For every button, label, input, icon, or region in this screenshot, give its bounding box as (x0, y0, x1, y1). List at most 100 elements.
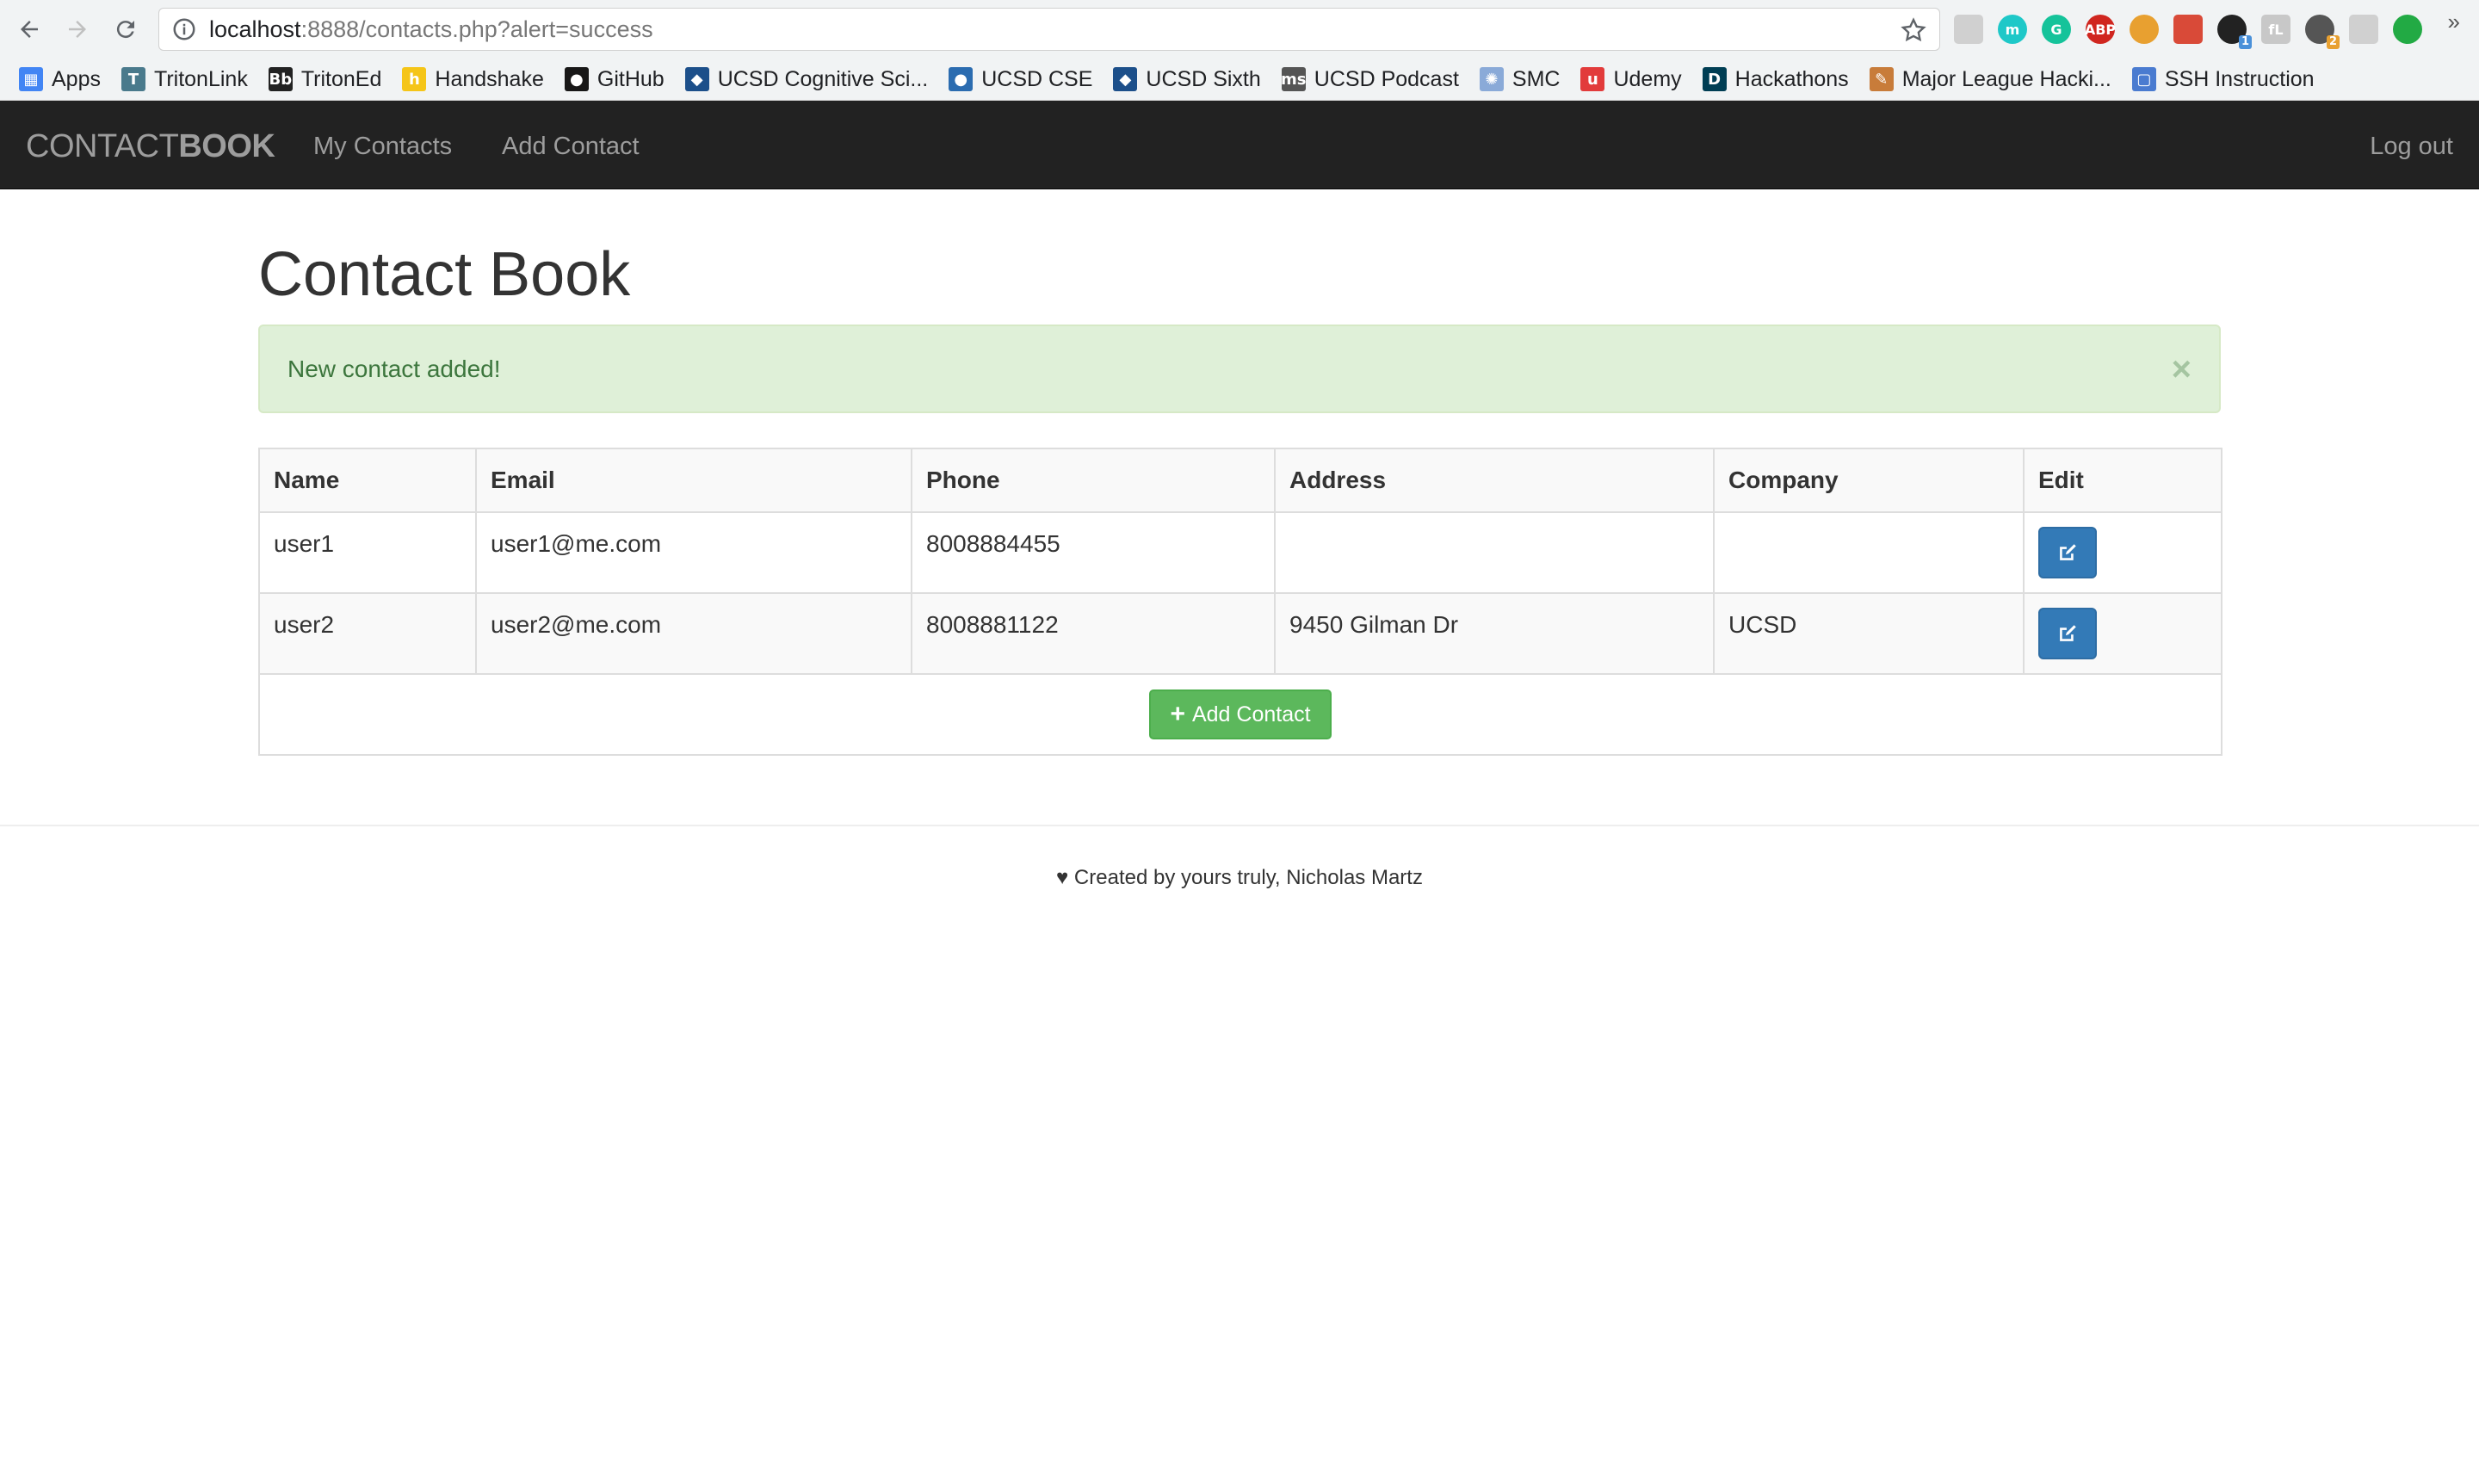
bookmark-label: SMC (1512, 66, 1561, 91)
app-navbar: CONTACTBOOK My Contacts Add Contact Log … (0, 101, 2479, 189)
bookmark-item[interactable]: D Hackathons (1702, 67, 1849, 92)
bookmark-label: UCSD CSE (981, 66, 1093, 91)
devpost-icon: D (1702, 67, 1727, 91)
cell-address (1274, 511, 1715, 594)
back-button[interactable] (12, 12, 46, 46)
arrow-left-icon (21, 21, 38, 38)
evernote-ext-icon[interactable]: 1 (2217, 15, 2252, 49)
header-email: Email (475, 448, 912, 513)
refresh-ext-icon[interactable] (2349, 15, 2378, 44)
cell-email: user2@me.com (475, 592, 912, 675)
bookmark-item[interactable]: ● GitHub (564, 67, 665, 92)
url-host: localhost (209, 15, 301, 42)
browser-chrome: localhost:8888/contacts.php?alert=succes… (0, 0, 2479, 101)
header-address: Address (1274, 448, 1715, 513)
draw-ext-icon[interactable]: 2 (2305, 15, 2340, 49)
font-ext-icon[interactable]: fL (2261, 15, 2290, 44)
add-contact-cell: + Add Contact (258, 673, 2222, 756)
url-text[interactable]: localhost:8888/contacts.php?alert=succes… (209, 16, 653, 43)
rainbow-ext-icon[interactable] (2130, 15, 2159, 44)
cell-phone: 8008884455 (911, 511, 1276, 594)
bookmark-item[interactable]: ✎ Major League Hacki... (1869, 67, 2111, 92)
cell-address: 9450 Gilman Dr (1274, 592, 1715, 675)
bookmark-item[interactable]: ● UCSD CSE (949, 67, 1092, 92)
add-contact-row: + Add Contact (258, 673, 2222, 756)
bookmark-label: TritonLink (153, 66, 248, 91)
ucsd-cse-icon: ● (949, 67, 974, 91)
mlh-icon: ✎ (1869, 67, 1894, 91)
info-icon[interactable] (171, 16, 197, 42)
address-bar[interactable]: localhost:8888/contacts.php?alert=succes… (158, 8, 1940, 51)
header-name: Name (258, 448, 477, 513)
extensions-tray: m G ABP 1 fL 2 (1954, 12, 2422, 49)
puzzle-ext-icon[interactable] (1954, 15, 1983, 44)
grammarly-ext-icon[interactable]: G (2042, 15, 2071, 44)
cell-edit (2023, 511, 2222, 594)
bookmarks-overflow-button[interactable]: » (2448, 9, 2460, 35)
bookmark-item[interactable]: ◆ UCSD Sixth (1113, 66, 1261, 92)
edit-contact-button[interactable] (2038, 527, 2097, 578)
upload-ext-icon[interactable] (2393, 15, 2422, 44)
reload-button[interactable] (108, 12, 143, 46)
podcast-icon: ms (1281, 67, 1307, 91)
bookmark-item[interactable]: ✺ SMC (1479, 66, 1561, 92)
bookmark-item[interactable]: Bb TritonEd (268, 66, 382, 92)
tritonlink-icon: T (121, 67, 145, 91)
url-path: :8888/contacts.php?alert=success (300, 15, 653, 42)
bookmark-label: SSH Instruction (2164, 66, 2315, 91)
reload-icon (116, 21, 134, 39)
ssh-doc-icon: ▢ (2131, 67, 2156, 91)
nav-my-contacts[interactable]: My Contacts (313, 133, 452, 161)
header-phone: Phone (911, 448, 1276, 513)
page-title: Contact Book (258, 240, 631, 309)
edit-contact-button[interactable] (2038, 608, 2097, 659)
header-edit: Edit (2023, 448, 2222, 513)
forward-button[interactable] (60, 12, 95, 46)
browser-toolbar: localhost:8888/contacts.php?alert=succes… (0, 0, 2479, 59)
extension-badge: 1 (2238, 35, 2252, 49)
extension-badge: 2 (2326, 35, 2340, 49)
contacts-table: Name Email Phone Address Company Edit us… (258, 448, 2222, 756)
table-row: user2 user2@me.com 8008881122 9450 Gilma… (258, 592, 2222, 675)
brand-light: CONTACT (26, 128, 179, 164)
udemy-icon: u (1580, 67, 1605, 91)
bookmark-item[interactable]: ◆ UCSD Cognitive Sci... (684, 67, 928, 92)
alert-close-button[interactable]: × (2172, 352, 2192, 386)
edit-icon (2060, 625, 2076, 641)
cell-email: user1@me.com (475, 511, 912, 594)
arrow-right-icon (69, 21, 86, 38)
footer-divider (0, 825, 2479, 826)
bookmark-item[interactable]: u Udemy (1580, 66, 1682, 92)
header-company: Company (1713, 448, 2025, 513)
adblock-ext-label: ABP (2084, 21, 2117, 38)
star-icon[interactable] (1900, 16, 1927, 44)
brand-bold: BOOK (178, 128, 275, 164)
footer-credit: ♥ Created by yours truly, Nicholas Martz (1056, 866, 1423, 889)
bookmark-label: UCSD Podcast (1314, 66, 1459, 91)
bookmark-label: Handshake (435, 66, 544, 91)
cell-phone: 8008881122 (911, 592, 1276, 675)
nav-add-contact[interactable]: Add Contact (502, 133, 640, 161)
bookmark-item[interactable]: ms UCSD Podcast (1281, 66, 1459, 92)
bookmark-label: UCSD Sixth (1146, 66, 1261, 91)
bookmark-label: Apps (52, 66, 101, 91)
bookmark-item[interactable]: T TritonLink (121, 67, 248, 92)
mercury-ext-label: m (2005, 21, 2020, 38)
handshake-icon: h (402, 67, 427, 91)
cell-edit (2023, 592, 2222, 675)
book-ext-icon[interactable] (2173, 15, 2203, 44)
bookmark-item[interactable]: ▦ Apps (19, 67, 101, 92)
add-contact-label: Add Contact (1191, 702, 1311, 727)
success-alert: New contact added! × (258, 325, 2221, 413)
bookmark-item[interactable]: h Handshake (402, 66, 544, 92)
bookmark-label: TritonEd (300, 66, 382, 91)
adblock-ext-icon[interactable]: ABP (2084, 15, 2117, 44)
mercury-ext-icon[interactable]: m (1998, 15, 2027, 44)
add-contact-button[interactable]: + Add Contact (1149, 689, 1332, 739)
bookmark-item[interactable]: ▢ SSH Instruction (2131, 66, 2315, 92)
logout-link[interactable]: Log out (2370, 133, 2453, 161)
alert-message: New contact added! (287, 356, 501, 382)
table-header-row: Name Email Phone Address Company Edit (258, 448, 2222, 513)
brand-logo[interactable]: CONTACTBOOK (26, 128, 275, 165)
bookmark-label: Udemy (1613, 66, 1682, 91)
